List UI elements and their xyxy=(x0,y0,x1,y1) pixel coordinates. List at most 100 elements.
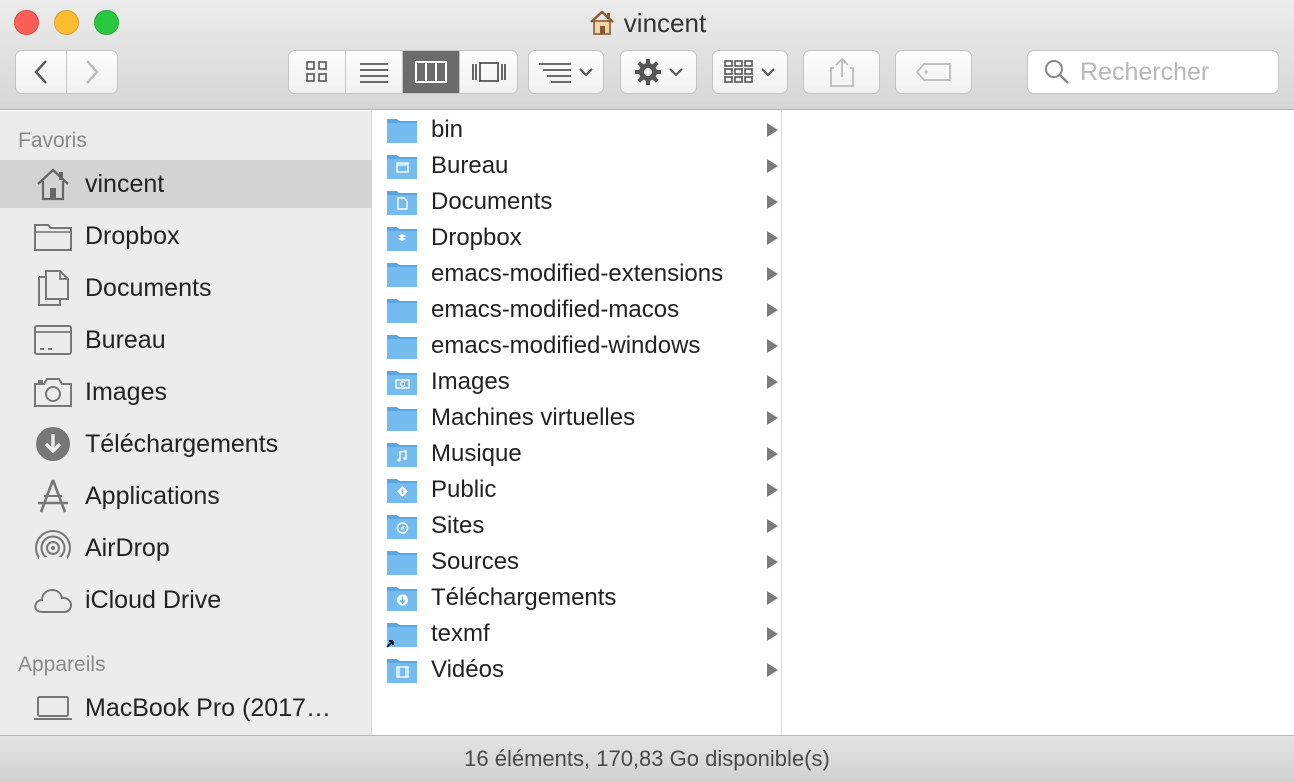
disclosure-arrow-icon xyxy=(767,123,778,137)
disclosure-arrow-icon xyxy=(767,555,778,569)
list-item[interactable]: Machines virtuelles xyxy=(373,400,782,436)
folder-name: emacs-modified-windows xyxy=(431,332,701,359)
list-item[interactable]: emacs-modified-macos xyxy=(373,292,782,328)
gallery-icon xyxy=(471,62,506,82)
list-item[interactable]: texmf xyxy=(373,616,782,652)
group-icon xyxy=(724,60,753,83)
sidebar-item-bureau[interactable]: Bureau xyxy=(0,316,372,364)
disclosure-arrow-icon xyxy=(767,267,778,281)
gallery-view-button[interactable] xyxy=(460,51,517,93)
disclosure-arrow-icon xyxy=(767,195,778,209)
list-item[interactable]: Vidéos xyxy=(373,652,782,688)
group-button[interactable] xyxy=(712,50,788,94)
folder-icon xyxy=(386,188,418,216)
list-item[interactable]: Sources xyxy=(373,544,782,580)
disclosure-arrow-icon xyxy=(767,483,778,497)
sidebar-item-dropbox[interactable]: Dropbox xyxy=(0,212,372,260)
sidebar: Favoris vincent Dropbox Documents Bureau xyxy=(0,111,372,735)
list-item[interactable]: Téléchargements xyxy=(373,580,782,616)
chevron-left-icon xyxy=(34,60,47,84)
documents-icon xyxy=(33,268,73,308)
disclosure-arrow-icon xyxy=(767,519,778,533)
list-item[interactable]: Sites xyxy=(373,508,782,544)
arrange-button[interactable] xyxy=(528,50,604,94)
share-button[interactable] xyxy=(803,50,880,94)
browser-column-empty xyxy=(783,111,1294,735)
folder-icon xyxy=(386,656,418,684)
disclosure-arrow-icon xyxy=(767,375,778,389)
sidebar-item-macbook-pro[interactable]: MacBook Pro (2017… xyxy=(0,684,372,732)
grid-icon xyxy=(306,61,327,82)
list-item[interactable]: emacs-modified-windows xyxy=(373,328,782,364)
sidebar-item-label: Applications xyxy=(85,481,220,510)
favorites-heading: Favoris xyxy=(18,129,87,152)
folder-icon xyxy=(386,224,418,252)
disclosure-arrow-icon xyxy=(767,627,778,641)
folder-icon xyxy=(386,584,418,612)
sidebar-item-images[interactable]: Images xyxy=(0,368,372,416)
folder-name: emacs-modified-macos xyxy=(431,296,680,323)
icon-view-button[interactable] xyxy=(289,51,346,93)
search-field[interactable] xyxy=(1027,50,1279,94)
folder-name: Musique xyxy=(431,440,522,467)
tag-icon xyxy=(915,63,951,81)
folder-icon xyxy=(386,296,418,324)
action-button[interactable] xyxy=(620,50,697,94)
folder-name: Public xyxy=(431,476,497,503)
folder-icon xyxy=(386,116,418,144)
sidebar-item-documents[interactable]: Documents xyxy=(0,264,372,312)
list-view-button[interactable] xyxy=(346,51,403,93)
window-title: vincent xyxy=(0,8,1294,42)
search-input[interactable] xyxy=(1080,57,1270,87)
chevron-down-icon xyxy=(579,68,593,77)
sidebar-item-telechargements[interactable]: Téléchargements xyxy=(0,420,372,468)
sidebar-item-vincent[interactable]: vincent xyxy=(0,160,372,208)
sidebar-item-label: vincent xyxy=(85,169,165,198)
home-icon xyxy=(588,9,616,42)
tags-button[interactable] xyxy=(895,50,972,94)
list-item[interactable]: Public xyxy=(373,472,782,508)
disclosure-arrow-icon xyxy=(767,303,778,317)
folder-name: Machines virtuelles xyxy=(431,404,636,431)
folder-icon xyxy=(386,440,418,468)
applications-icon xyxy=(33,476,73,516)
disclosure-arrow-icon xyxy=(767,411,778,425)
folder-name: Téléchargements xyxy=(431,584,617,611)
folder-name: Sites xyxy=(431,512,485,539)
share-icon xyxy=(829,57,854,87)
sidebar-item-airdrop[interactable]: AirDrop xyxy=(0,524,372,572)
sidebar-item-icloud-drive[interactable]: iCloud Drive xyxy=(0,576,372,624)
list-item[interactable]: Documents xyxy=(373,184,782,220)
disclosure-arrow-icon xyxy=(767,159,778,173)
folder-name: Vidéos xyxy=(431,656,504,683)
chevron-down-icon xyxy=(761,68,775,77)
camera-icon xyxy=(33,372,73,412)
folder-icon xyxy=(386,152,418,180)
back-button[interactable] xyxy=(15,50,67,94)
sidebar-item-label: Documents xyxy=(85,273,212,302)
sidebar-item-label: Images xyxy=(85,377,167,406)
list-icon xyxy=(360,63,388,83)
folder-name: Sources xyxy=(431,548,520,575)
sidebar-item-applications[interactable]: Applications xyxy=(0,472,372,520)
list-item[interactable]: bin xyxy=(373,112,782,148)
disclosure-arrow-icon xyxy=(767,447,778,461)
sidebar-item-label: MacBook Pro (2017… xyxy=(85,693,331,722)
sidebar-item-label: Téléchargements xyxy=(85,429,279,458)
list-item[interactable]: Bureau xyxy=(373,148,782,184)
laptop-icon xyxy=(33,688,73,728)
list-item[interactable]: emacs-modified-extensions xyxy=(373,256,782,292)
folder-icon xyxy=(386,620,418,648)
list-item[interactable]: Dropbox xyxy=(373,220,782,256)
desktop-icon xyxy=(33,320,73,360)
column-view-button[interactable] xyxy=(403,51,460,93)
list-item[interactable]: Images xyxy=(373,364,782,400)
search-icon xyxy=(1045,60,1069,84)
chevron-down-icon xyxy=(668,68,683,77)
forward-button[interactable] xyxy=(66,50,118,94)
folder-name: bin xyxy=(431,116,464,143)
airdrop-icon xyxy=(33,528,73,568)
devices-heading: Appareils xyxy=(18,653,106,676)
list-item[interactable]: Musique xyxy=(373,436,782,472)
disclosure-arrow-icon xyxy=(767,339,778,353)
